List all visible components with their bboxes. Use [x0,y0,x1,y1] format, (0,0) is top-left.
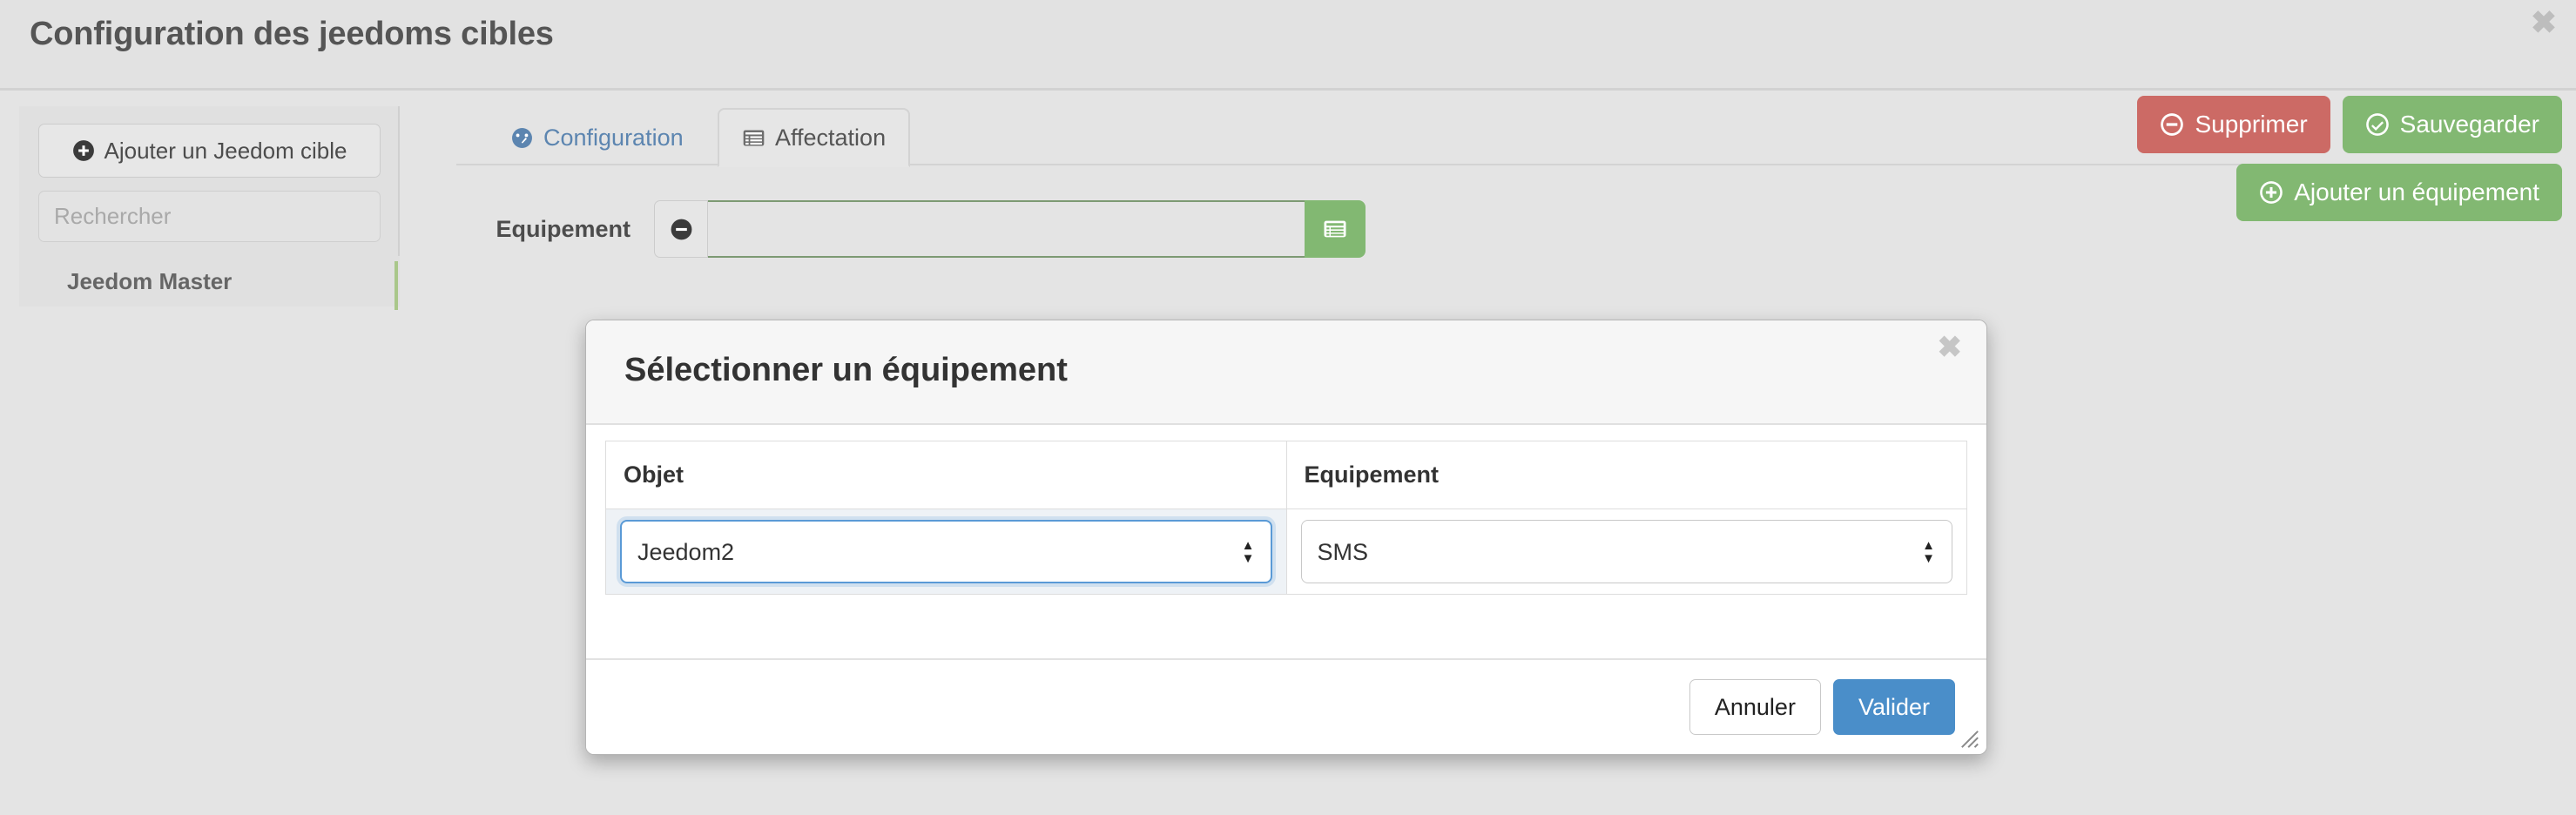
table-body: Jeedom2 ▲ ▼ SMS ▲ ▼ [605,509,1967,595]
table-row: Jeedom2 ▲ ▼ SMS ▲ ▼ [605,509,1967,595]
plus-circle-icon [2259,180,2283,205]
save-button-label: Sauvegarder [2399,111,2539,138]
minus-circle-icon [2160,112,2184,137]
equipement-select[interactable]: SMS [1300,520,1952,583]
dashboard-icon [510,126,534,150]
action-buttons: Supprimer Sauvegarder [2137,96,2562,153]
app-root: Configuration des jeedoms cibles ✖ Ajout… [0,0,2576,815]
selected-accent-bar [394,261,398,310]
add-equipment-label: Ajouter un équipement [2294,178,2539,205]
list-alt-icon [742,126,765,150]
minus-circle-icon [670,218,693,241]
delete-button[interactable]: Supprimer [2137,96,2330,153]
close-icon[interactable]: ✖ [2531,7,2557,38]
objet-select[interactable]: Jeedom2 [620,520,1272,583]
equipement-row: Equipement [456,200,1366,258]
list-alt-icon [1322,216,1348,242]
column-header-objet: Objet [605,441,1287,509]
equipement-input[interactable] [708,200,1305,258]
objet-select-wrap: Jeedom2 ▲ ▼ [620,520,1272,583]
sidebar-item-jeedom-master[interactable]: Jeedom Master [19,256,400,310]
tab-configuration-label: Configuration [543,124,684,151]
add-equipment-button[interactable]: Ajouter un équipement [2236,164,2562,221]
column-header-equipement: Equipement [1285,441,1967,509]
plus-circle-icon [72,139,95,162]
window-titlebar: Configuration des jeedoms cibles ✖ [0,0,2576,91]
page-title: Configuration des jeedoms cibles [30,16,554,52]
table-header-row: Objet Equipement [605,441,1967,509]
tab-configuration[interactable]: Configuration [486,108,708,167]
equipement-label: Equipement [496,215,631,242]
equipment-selection-table: Objet Equipement Jeedom2 ▲ ▼ SMS ▲ ▼ [605,441,1967,595]
close-icon[interactable]: ✖ [1938,333,1963,362]
sidebar-item-label: Jeedom Master [67,267,233,294]
equipement-input-group [654,200,1366,258]
modal-title: Sélectionner un équipement [624,352,1068,388]
select-equipment-modal: Sélectionner un équipement ✖ Objet Equip… [585,320,1987,755]
modal-body: Objet Equipement Jeedom2 ▲ ▼ SMS ▲ ▼ [586,425,1986,660]
tab-affectation-label: Affectation [775,124,887,151]
delete-button-label: Supprimer [2195,111,2308,138]
cell-objet: Jeedom2 ▲ ▼ [605,509,1287,595]
check-circle-icon [2365,112,2390,137]
remove-equipement-button[interactable] [654,200,708,258]
equipement-picker-button[interactable] [1305,200,1366,258]
table-head: Objet Equipement [605,441,1967,509]
equipement-select-wrap: SMS ▲ ▼ [1300,520,1952,583]
secondary-action-buttons: Ajouter un équipement [2236,164,2562,221]
modal-header: Sélectionner un équipement ✖ [586,320,1986,425]
search-input[interactable] [38,191,381,242]
add-jeedom-target-label: Ajouter un Jeedom cible [104,137,347,164]
sidebar: Ajouter un Jeedom cible Jeedom Master [19,106,400,310]
cell-equipement: SMS ▲ ▼ [1285,509,1967,595]
tab-affectation[interactable]: Affectation [718,108,911,167]
modal-footer: Annuler Valider [586,658,1986,754]
cancel-button[interactable]: Annuler [1689,679,1821,735]
jeedom-target-list: Jeedom Master [19,256,400,310]
validate-button[interactable]: Valider [1832,679,1955,735]
save-button[interactable]: Sauvegarder [2342,96,2562,153]
add-jeedom-target-button[interactable]: Ajouter un Jeedom cible [38,124,381,178]
